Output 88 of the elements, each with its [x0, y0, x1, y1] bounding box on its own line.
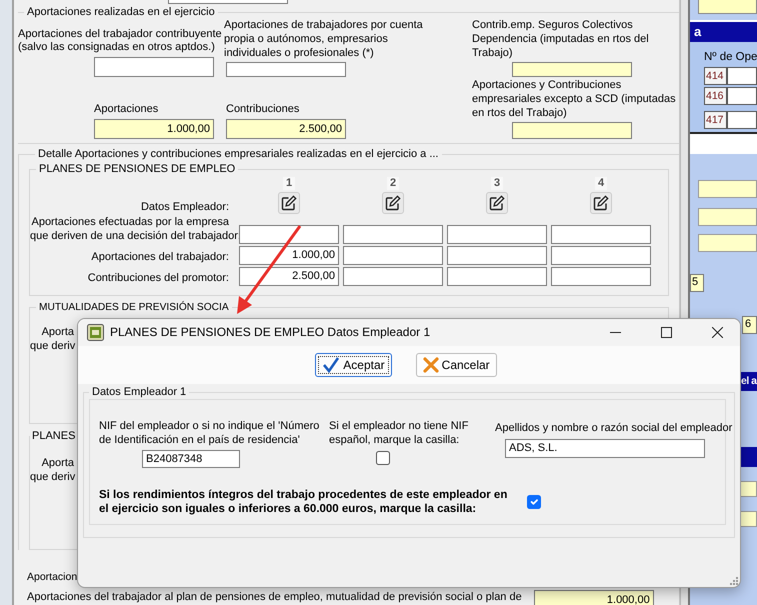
text-field[interactable]: [447, 246, 547, 265]
text-field[interactable]: [343, 246, 443, 265]
section-legend: MUTUALIDADES DE PREVISIÓN SOCIA: [36, 302, 232, 314]
text-field[interactable]: [698, 208, 757, 226]
column-number: 4: [594, 176, 608, 190]
field-label: Contribuciones: [226, 103, 300, 118]
edit-icon: [385, 195, 401, 212]
field-label: Aportaciones y Contribuciones empresariales excepto a SCD (imputadas en rtos del Trabajo): [472, 79, 677, 120]
text-field[interactable]: [447, 266, 547, 286]
text-field[interactable]: [551, 246, 651, 265]
cell-text: el a: [741, 374, 757, 386]
text-field[interactable]: 2.500,00: [239, 266, 339, 286]
text-field[interactable]: [551, 224, 651, 244]
text-field[interactable]: [512, 122, 632, 140]
row-label: Aportaciones del trabajador:: [90, 251, 230, 265]
text-field[interactable]: [512, 62, 632, 78]
window-title: PLANES DE PENSIONES DE EMPLEO Datos Empleador 1: [110, 325, 432, 340]
cross-icon: [422, 357, 439, 373]
column-number: 3: [490, 176, 504, 190]
text-field[interactable]: 2.500,00: [226, 119, 346, 140]
field-label: Si los rendimientos íntegros del trabajo procedentes de este empleador en el ejercicio son iguales o inferiores a 60.000 euros, marque la casilla:: [99, 488, 508, 516]
text-field[interactable]: ADS, S.L.: [505, 438, 705, 458]
row-label: Aporta que deriv: [30, 326, 74, 354]
cell-text: 5: [692, 276, 698, 288]
section-legend: PLANES DE PENSIONES DE EMPLEO: [36, 163, 238, 177]
maximize-icon: [661, 327, 672, 338]
text-field[interactable]: [447, 224, 547, 244]
row-label: Aportaciones del trabajador al plan de pensiones de empleo, mutualidad de previsión social o plan de: [27, 590, 522, 604]
field-label: Aportaciones del trabajador contribuyente (salvo las consignadas en otros aptdos.): [18, 28, 223, 56]
section-legend: PLANES: [30, 430, 78, 443]
checkbox[interactable]: [376, 450, 390, 465]
edit-icon: [593, 195, 609, 212]
field-label: Contrib.emp. Seguros Colectivos Dependencia (imputadas en rtos del Trabajo): [472, 19, 650, 60]
section-legend: Detalle Aportaciones y contribuciones empresariales realizadas en el ejercicio a ...: [35, 148, 442, 162]
cancel-button[interactable]: Cancelar: [416, 353, 497, 377]
field-label: Apellidos y nombre o razón social del empleador: [495, 422, 732, 436]
checkbox[interactable]: [527, 495, 542, 510]
text-field[interactable]: [343, 224, 443, 244]
text-field[interactable]: [343, 266, 443, 286]
minimize-icon: [610, 332, 621, 334]
text-field[interactable]: 1.000,00: [239, 246, 339, 265]
check-icon: [322, 357, 340, 373]
text-field[interactable]: 5: [690, 274, 704, 292]
edit-icon: [489, 195, 505, 212]
text-field[interactable]: [698, 0, 757, 14]
row-label: Aporta que deriv: [30, 457, 74, 484]
edit-button[interactable]: [590, 192, 612, 214]
accept-button[interactable]: Aceptar: [315, 353, 392, 377]
row-label: Contribuciones del promotor:: [86, 272, 230, 286]
cell-text: 6: [745, 318, 752, 330]
edit-button[interactable]: [486, 192, 508, 214]
text-field[interactable]: [168, 0, 288, 4]
section-legend: Datos Empleador 1: [89, 386, 190, 400]
text-field[interactable]: [551, 266, 651, 286]
text-field[interactable]: [698, 180, 757, 198]
edit-button[interactable]: [278, 192, 300, 214]
panel-background: [690, 134, 757, 154]
text-field[interactable]: [727, 67, 757, 86]
code-label: 416: [704, 87, 727, 106]
column-number: 2: [386, 176, 400, 190]
code-label: 414: [704, 67, 727, 86]
text-field[interactable]: [727, 111, 757, 130]
field-label: Si el empleador no tiene NIF español, marque la casilla:: [329, 420, 470, 448]
text-field[interactable]: 1.000,00: [94, 119, 214, 140]
text-field[interactable]: [226, 62, 346, 78]
edit-icon: [281, 195, 297, 212]
close-icon: [712, 327, 723, 338]
text-field[interactable]: [727, 87, 757, 106]
text-field[interactable]: 6: [742, 316, 757, 334]
edit-button[interactable]: [382, 192, 404, 214]
text-field[interactable]: B24087348: [142, 450, 240, 468]
row-label: Aportacion: [27, 570, 77, 584]
text-field[interactable]: [698, 234, 757, 252]
panel-header: [741, 446, 757, 467]
resize-grip-icon[interactable]: [729, 576, 738, 585]
panel-title: a: [694, 24, 702, 39]
code-label: 417: [704, 111, 727, 130]
column-heading: Nº de Ope: [704, 51, 757, 63]
column-number: 1: [282, 176, 296, 190]
text-field[interactable]: [94, 57, 214, 78]
field-label: Aportaciones: [94, 103, 160, 118]
text-field[interactable]: 1.000,00: [534, 590, 654, 605]
field-label: Aportaciones de trabajadores por cuenta propia o autónomos, empresarios individuales o profesionales (*): [224, 19, 424, 60]
text-field[interactable]: [239, 224, 339, 244]
app-icon: [87, 324, 104, 341]
row-label: Datos Empleador:: [140, 200, 230, 214]
field-label: NIF del empleador o si no indique el 'Número de Identificación en el país de residencia': [99, 420, 320, 448]
section-legend: Aportaciones realizadas en el ejercicio: [24, 6, 218, 20]
